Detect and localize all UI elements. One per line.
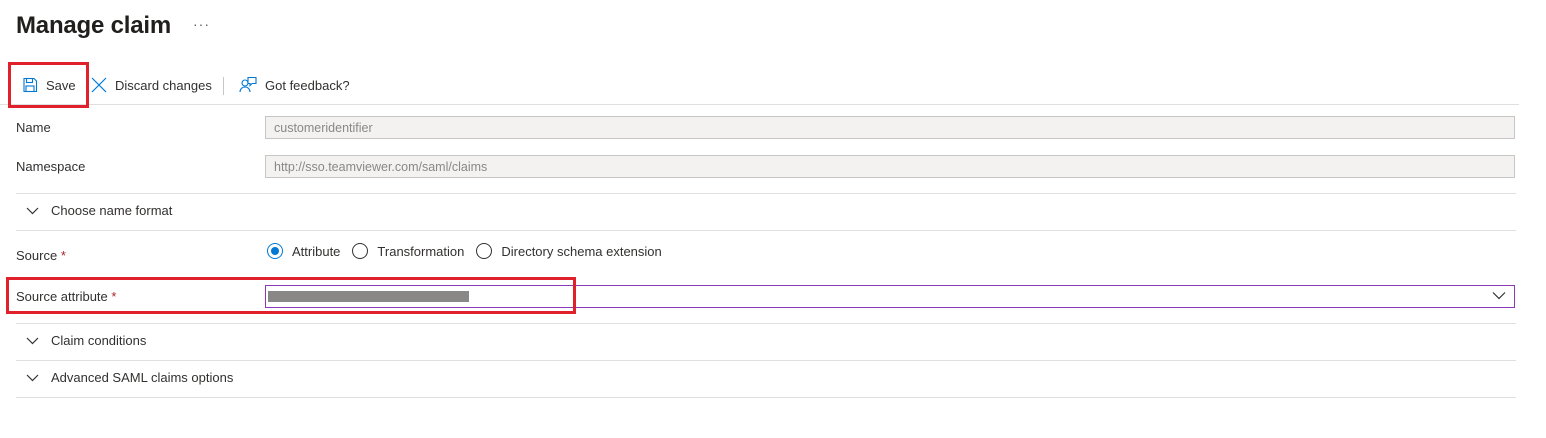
feedback-label: Got feedback? (265, 77, 350, 93)
radio-unselected-icon (476, 243, 493, 259)
choose-name-format-expander[interactable]: Choose name format (26, 203, 172, 218)
feedback-button[interactable]: Got feedback? (239, 66, 350, 104)
save-label: Save (46, 77, 76, 93)
namespace-label: Namespace (16, 159, 86, 174)
radio-transformation-label: Transformation (377, 243, 465, 259)
advanced-saml-options-label: Advanced SAML claims options (51, 370, 234, 385)
claim-conditions-label: Claim conditions (51, 333, 147, 348)
divider (16, 193, 1516, 194)
toolbar-separator (223, 77, 224, 95)
radio-attribute[interactable]: Attribute (267, 243, 340, 259)
chevron-down-icon (1492, 292, 1506, 300)
radio-directory-schema-extension-label: Directory schema extension (501, 243, 662, 259)
radio-attribute-label: Attribute (292, 243, 341, 259)
claim-conditions-expander[interactable]: Claim conditions (26, 333, 146, 348)
divider (16, 360, 1516, 361)
choose-name-format-label: Choose name format (51, 203, 173, 218)
chevron-down-icon (26, 207, 39, 214)
advanced-saml-options-expander[interactable]: Advanced SAML claims options (26, 370, 233, 385)
source-attribute-dropdown[interactable] (265, 285, 1515, 308)
source-radio-group: Attribute Transformation Directory schem… (267, 243, 674, 259)
command-bar: Save Discard changes Got feedback? (0, 66, 1519, 105)
page-title: Manage claim (16, 12, 171, 39)
discard-label: Discard changes (115, 77, 212, 93)
more-options-button[interactable]: ··· (193, 16, 210, 32)
save-icon (23, 77, 38, 93)
source-label: Source * (16, 248, 66, 263)
save-button[interactable]: Save (22, 66, 76, 104)
radio-selected-icon (267, 243, 283, 259)
close-icon (91, 77, 107, 93)
radio-unselected-icon (352, 243, 369, 259)
discard-changes-button[interactable]: Discard changes (91, 66, 212, 104)
divider (16, 230, 1516, 231)
name-field[interactable] (265, 116, 1515, 139)
feedback-icon (239, 76, 257, 93)
divider (16, 323, 1516, 324)
radio-transformation[interactable]: Transformation (352, 243, 464, 259)
namespace-field[interactable] (265, 155, 1515, 178)
radio-directory-schema-extension[interactable]: Directory schema extension (476, 243, 662, 259)
chevron-down-icon (26, 337, 39, 344)
source-attribute-label: Source attribute * (16, 289, 117, 304)
chevron-down-icon (26, 374, 39, 381)
name-label: Name (16, 120, 51, 135)
required-asterisk: * (60, 248, 66, 263)
redacted-value (268, 291, 469, 302)
divider (16, 397, 1516, 398)
required-asterisk: * (111, 289, 117, 304)
